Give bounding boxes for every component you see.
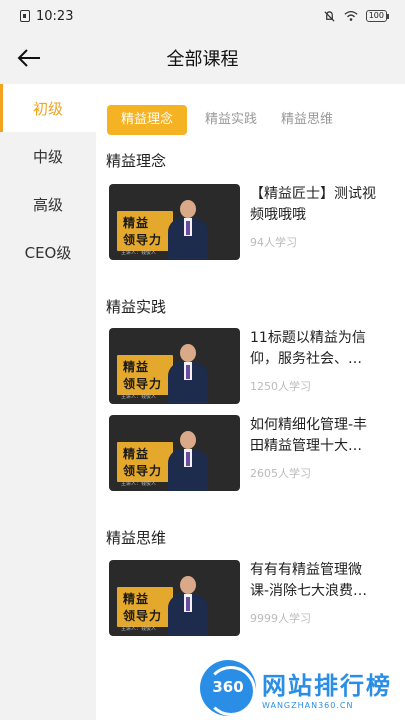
learner-count: 9999人学习 — [250, 612, 311, 625]
course-title: 【精益匠士】测试视频哦哦哦 — [250, 186, 376, 223]
wifi-icon — [344, 10, 358, 21]
section-title: 精益实践 — [106, 298, 167, 316]
tab-lean-concept[interactable]: 精益理念 — [107, 104, 188, 135]
status-bar: 10:23 100 — [0, 0, 405, 32]
section-title: 精益思维 — [106, 529, 167, 547]
course-thumbnail: 精益 领导力 主讲人：钱俊人 — [109, 184, 240, 260]
sidebar-item-ceo[interactable]: CEO级 — [0, 228, 96, 276]
back-arrow-icon[interactable] — [16, 46, 42, 70]
course-list-panel: 精益理念 精益实践 精益思维 精益理念 精益 领导力 主讲人：钱俊人 【精益匠士】… — [96, 84, 405, 720]
course-title: 如何精细化管理-丰田精益管理十大… — [250, 417, 368, 454]
watermark-subtitle: WANGZHAN360.CN — [262, 701, 354, 710]
header-bar: 全部课程 — [0, 32, 405, 84]
tab-lean-practice[interactable]: 精益实践 — [199, 105, 263, 135]
tab-lean-thinking[interactable]: 精益思维 — [275, 105, 339, 135]
course-title: 有有有精益管理微课-消除七大浪费… — [250, 562, 368, 599]
battery-icon: 100 — [365, 10, 390, 22]
watermark-title: 网站排行榜 — [262, 672, 392, 700]
category-tabs: 精益理念 精益实践 精益思维 — [96, 84, 405, 142]
page-title: 全部课程 — [166, 49, 239, 70]
learner-count: 94人学习 — [250, 236, 297, 249]
course-thumbnail: 精益 领导力 主讲人：钱俊人 — [109, 328, 240, 404]
course-card[interactable]: 精益 领导力 主讲人：钱俊人 有有有精益管理微课-消除七大浪费… 9999人学习 — [109, 560, 399, 636]
section-title: 精益理念 — [106, 152, 167, 170]
watermark: 360 网站排行榜 WANGZHAN360.CN — [200, 656, 405, 720]
course-thumbnail: 精益 领导力 主讲人：钱俊人 — [109, 415, 240, 491]
course-card[interactable]: 精益 领导力 主讲人：钱俊人 【精益匠士】测试视频哦哦哦 94人学习 — [109, 184, 399, 260]
course-card[interactable]: 精益 领导力 主讲人：钱俊人 如何精细化管理-丰田精益管理十大… 2605人学习 — [109, 415, 399, 491]
status-time: 10:23 — [36, 8, 74, 24]
course-thumbnail: 精益 领导力 主讲人：钱俊人 — [109, 560, 240, 636]
presenter-figure — [166, 196, 210, 260]
presenter-figure — [166, 340, 210, 404]
course-title: 11标题以精益为信仰，服务社会、… — [250, 330, 366, 367]
presenter-figure — [166, 427, 210, 491]
sim-icon — [20, 10, 30, 22]
mute-icon — [324, 10, 335, 22]
presenter-figure — [166, 572, 210, 636]
sidebar-item-intermediate[interactable]: 中级 — [0, 132, 96, 180]
sidebar-item-beginner[interactable]: 初级 — [0, 84, 96, 132]
level-sidebar: 初级 中级 高级 CEO级 — [0, 84, 96, 720]
watermark-logo: 360 — [200, 660, 256, 716]
learner-count: 2605人学习 — [250, 467, 311, 480]
sidebar-item-advanced[interactable]: 高级 — [0, 180, 96, 228]
learner-count: 1250人学习 — [250, 380, 311, 393]
course-card[interactable]: 精益 领导力 主讲人：钱俊人 11标题以精益为信仰，服务社会、… 1250人学习 — [109, 328, 399, 404]
